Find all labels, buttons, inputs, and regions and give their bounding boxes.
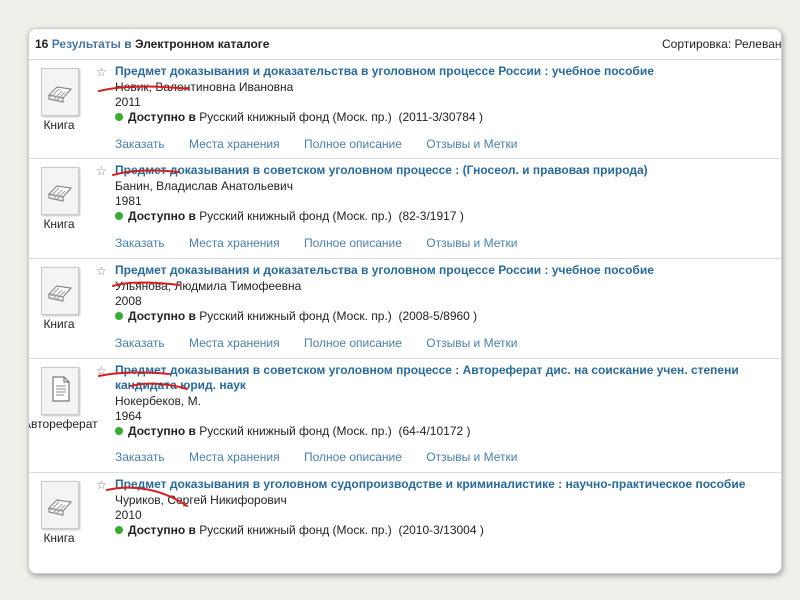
sort-label: Сортировка: — [662, 37, 732, 51]
available-dot-icon — [115, 113, 123, 121]
record-title-link[interactable]: Предмет доказывания и доказательства в у… — [115, 64, 755, 79]
material-type: Автореферат — [28, 417, 98, 431]
record-actions: Заказать Места хранения Полное описание … — [115, 236, 538, 250]
shelfmark: (2011-3/30784 ) — [398, 110, 483, 124]
record-year: 2010 — [115, 508, 142, 522]
available-dot-icon — [115, 427, 123, 435]
shelfmark: (2010-3/13004 ) — [398, 523, 484, 537]
record-year: 1981 — [115, 194, 142, 208]
material-type: Книга — [43, 217, 75, 231]
available-dot-icon — [115, 526, 123, 534]
reviews-tags-link[interactable]: Отзывы и Метки — [426, 450, 517, 464]
record-author: Нокербеков, М. — [115, 394, 201, 408]
order-link[interactable]: Заказать — [115, 450, 165, 464]
result-record: Автореферат ☆ Предмет доказывания в сове… — [29, 359, 781, 473]
available-label: Доступно в — [128, 209, 196, 223]
result-record: Книга ☆ Предмет доказывания и доказатель… — [29, 259, 781, 359]
record-author: Ульянова, Людмила Тимофеевна — [115, 279, 302, 293]
record-year: 1964 — [115, 409, 142, 423]
results-header: 16 Результаты в Электронном каталоге Сор… — [29, 29, 781, 60]
available-label: Доступно в — [128, 110, 196, 124]
location: Русский книжный фонд (Моск. пр.) — [199, 209, 392, 223]
reviews-tags-link[interactable]: Отзывы и Метки — [426, 137, 517, 151]
record-actions: Заказать Места хранения Полное описание … — [115, 336, 538, 350]
result-record: Книга ☆ Предмет доказывания в советском … — [29, 159, 781, 259]
book-icon[interactable] — [41, 68, 79, 116]
in-label: в — [124, 37, 132, 51]
availability: Доступно в Русский книжный фонд (Моск. п… — [115, 209, 464, 223]
availability: Доступно в Русский книжный фонд (Моск. п… — [115, 523, 484, 537]
locations-link[interactable]: Места хранения — [189, 450, 280, 464]
results-label: Результаты — [51, 37, 121, 51]
star-icon[interactable]: ☆ — [96, 264, 107, 278]
full-description-link[interactable]: Полное описание — [304, 450, 402, 464]
order-link[interactable]: Заказать — [115, 137, 165, 151]
order-link[interactable]: Заказать — [115, 336, 165, 350]
available-label: Доступно в — [128, 523, 196, 537]
catalog-name: Электронном каталоге — [134, 37, 270, 51]
material-type: Книга — [43, 317, 75, 331]
record-year: 2008 — [115, 294, 142, 308]
locations-link[interactable]: Места хранения — [189, 137, 280, 151]
full-description-link[interactable]: Полное описание — [304, 336, 402, 350]
locations-link[interactable]: Места хранения — [189, 336, 280, 350]
material-type: Книга — [43, 118, 75, 132]
sort-control[interactable]: Сортировка: Релевантность — [662, 37, 781, 51]
record-actions: Заказать Места хранения Полное описание … — [115, 137, 538, 151]
location: Русский книжный фонд (Моск. пр.) — [199, 110, 392, 124]
record-author: Новик, Валентиновна Ивановна — [115, 80, 294, 94]
star-icon[interactable]: ☆ — [96, 478, 107, 492]
available-dot-icon — [115, 312, 123, 320]
available-label: Доступно в — [128, 424, 196, 438]
shelfmark: (82-3/1917 ) — [398, 209, 464, 223]
location: Русский книжный фонд (Моск. пр.) — [199, 424, 392, 438]
full-description-link[interactable]: Полное описание — [304, 236, 402, 250]
star-icon[interactable]: ☆ — [96, 164, 107, 178]
book-icon[interactable] — [41, 167, 79, 215]
result-record: Книга ☆ Предмет доказывания в уголовном … — [29, 473, 781, 573]
count-number: 16 — [35, 37, 49, 51]
location: Русский книжный фонд (Моск. пр.) — [199, 523, 392, 537]
result-record: Книга ☆ Предмет доказывания и доказатель… — [29, 60, 781, 159]
star-icon[interactable]: ☆ — [96, 364, 107, 378]
sort-value[interactable]: Релевантность — [735, 37, 781, 51]
results-panel: 16 Результаты в Электронном каталоге Сор… — [28, 28, 782, 574]
results-count: 16 Результаты в Электронном каталоге — [35, 37, 269, 51]
record-author: Чуриков, Сергей Никифорович — [115, 493, 287, 507]
record-actions: Заказать Места хранения Полное описание … — [115, 450, 538, 464]
available-dot-icon — [115, 212, 123, 220]
record-title-link[interactable]: Предмет доказывания в советском уголовно… — [115, 163, 755, 178]
full-description-link[interactable]: Полное описание — [304, 137, 402, 151]
record-title-link[interactable]: Предмет доказывания в уголовном судопрои… — [115, 477, 755, 492]
record-author: Банин, Владислав Анатольевич — [115, 179, 294, 193]
available-label: Доступно в — [128, 309, 196, 323]
record-year: 2011 — [115, 95, 141, 109]
material-type: Книга — [43, 531, 75, 545]
availability: Доступно в Русский книжный фонд (Моск. п… — [115, 110, 483, 124]
star-icon[interactable]: ☆ — [96, 65, 107, 79]
availability: Доступно в Русский книжный фонд (Моск. п… — [115, 424, 471, 438]
book-icon[interactable] — [41, 481, 79, 529]
reviews-tags-link[interactable]: Отзывы и Метки — [426, 336, 517, 350]
availability: Доступно в Русский книжный фонд (Моск. п… — [115, 309, 477, 323]
locations-link[interactable]: Места хранения — [189, 236, 280, 250]
book-icon[interactable] — [41, 267, 79, 315]
reviews-tags-link[interactable]: Отзывы и Метки — [426, 236, 517, 250]
record-title-link[interactable]: Предмет доказывания в советском уголовно… — [115, 363, 755, 393]
shelfmark: (64-4/10172 ) — [398, 424, 471, 438]
shelfmark: (2008-5/8960 ) — [398, 309, 478, 323]
document-icon[interactable] — [41, 367, 79, 415]
record-title-link[interactable]: Предмет доказывания и доказательства в у… — [115, 263, 755, 278]
order-link[interactable]: Заказать — [115, 236, 165, 250]
location: Русский книжный фонд (Моск. пр.) — [199, 309, 392, 323]
